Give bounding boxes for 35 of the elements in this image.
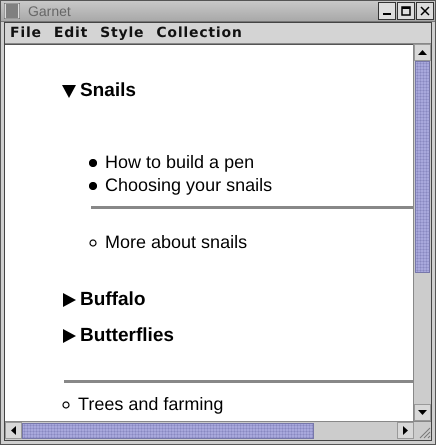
section-heading[interactable]: Butterflies	[62, 318, 413, 354]
scroll-down-button[interactable]	[414, 404, 431, 421]
section-heading[interactable]: Buffalo	[62, 282, 413, 318]
menu-item[interactable]: Style	[100, 25, 144, 41]
up-arrow-icon[interactable]	[418, 50, 427, 55]
scroll-right-button[interactable]	[397, 422, 414, 439]
scroll-left-button[interactable]	[5, 422, 22, 439]
section-heading[interactable]: Snails	[62, 73, 413, 109]
window-menu-icon[interactable]	[4, 3, 20, 19]
window-title: Garnet	[28, 3, 72, 19]
collapsed-triangle-icon[interactable]	[62, 329, 76, 343]
outline-item: More about snails	[105, 232, 248, 253]
outline-item: Trees and farming	[78, 394, 224, 415]
menu-item[interactable]: Collection	[156, 25, 243, 41]
down-arrow-icon[interactable]	[418, 410, 427, 415]
menu-item[interactable]: Edit	[54, 25, 88, 41]
close-icon[interactable]	[420, 6, 430, 16]
bullet-icon	[89, 182, 97, 190]
right-arrow-icon[interactable]	[403, 426, 408, 435]
left-arrow-icon[interactable]	[11, 426, 16, 435]
close-button[interactable]	[416, 2, 434, 20]
bullet-icon	[89, 158, 97, 166]
maximize-button[interactable]	[397, 2, 415, 20]
menu-item[interactable]: File	[10, 25, 42, 41]
outline-item: Choosing your snails	[105, 175, 272, 196]
vertical-scrollbar-thumb[interactable]	[415, 61, 430, 273]
hollow-bullet-icon	[89, 238, 97, 246]
collapsed-triangle-icon[interactable]	[62, 293, 76, 307]
minimize-button[interactable]	[378, 2, 396, 20]
outline-item: How to build a pen	[105, 152, 254, 173]
maximize-icon[interactable]	[401, 6, 411, 16]
expanded-triangle-icon[interactable]	[62, 84, 76, 98]
scroll-up-button[interactable]	[414, 44, 431, 61]
horizontal-scrollbar-thumb[interactable]	[22, 423, 314, 439]
hollow-bullet-icon	[62, 400, 70, 408]
